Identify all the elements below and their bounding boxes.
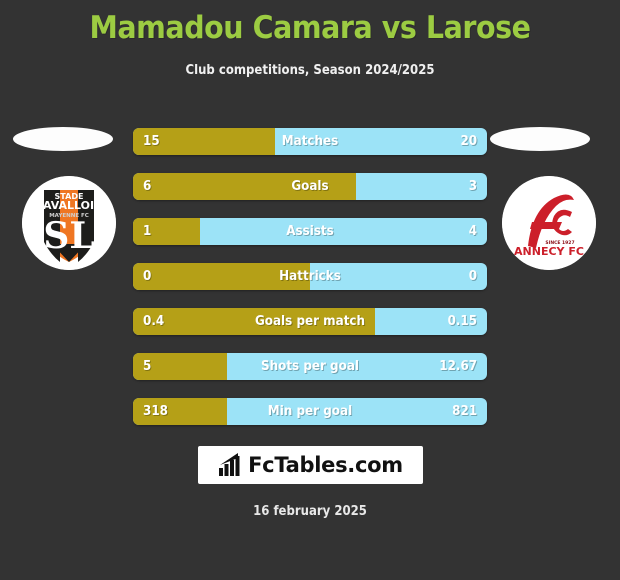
stat-label: Hattricks (279, 269, 341, 284)
fctables-logo-text: FcTables.com (248, 453, 403, 477)
stat-bars-list: 15 Matches 20 6 Goals 3 1 Assists 4 0 Ha… (133, 128, 487, 443)
fctables-logo[interactable]: FcTables.com (198, 446, 423, 484)
stat-label: Assists (286, 224, 334, 239)
stat-row-assists: 1 Assists 4 (133, 218, 487, 245)
page-title: Mamadou Camara vs Larose (89, 10, 531, 46)
away-value: 0.15 (447, 314, 477, 329)
stat-label: Goals per match (254, 314, 366, 329)
svg-text:ANNECY FC: ANNECY FC (514, 245, 584, 258)
away-value: 4 (468, 224, 477, 239)
away-value: 20 (460, 134, 477, 149)
away-value: 821 (452, 404, 477, 419)
away-value: 0 (468, 269, 477, 284)
stat-label: Matches (281, 134, 339, 149)
stat-row-min-per-goal: 318 Min per goal 821 (133, 398, 487, 425)
stat-row-shots-per-goal: 5 Shots per goal 12.67 (133, 353, 487, 380)
stat-label: Shots per goal (260, 359, 360, 374)
stats-comparison-page: Mamadou Camara vs Larose Club competitio… (0, 0, 620, 580)
decorative-ellipse-right (490, 127, 590, 151)
stade-lavallois-crest: STADE LAVALLOIS MAYENNE FC SL (22, 176, 116, 270)
stat-row-matches: 15 Matches 20 (133, 128, 487, 155)
stat-row-goals-per-match: 0.4 Goals per match 0.15 (133, 308, 487, 335)
stat-row-goals: 6 Goals 3 (133, 173, 487, 200)
fc-annecy-crest: SINCE 1927 ANNECY FC (502, 176, 596, 270)
footer-date: 16 february 2025 (253, 504, 367, 519)
stat-row-hattricks: 0 Hattricks 0 (133, 263, 487, 290)
svg-text:LAVALLOIS: LAVALLOIS (36, 199, 102, 212)
bar-chart-arrow-icon (219, 453, 240, 476)
page-subtitle: Club competitions, Season 2024/2025 (185, 63, 435, 78)
decorative-ellipse-left (13, 127, 113, 151)
away-value: 12.67 (439, 359, 477, 374)
svg-text:SL: SL (43, 215, 94, 257)
stat-label: Goals (291, 179, 329, 194)
away-value: 3 (468, 179, 477, 194)
stat-label: Min per goal (267, 404, 353, 419)
